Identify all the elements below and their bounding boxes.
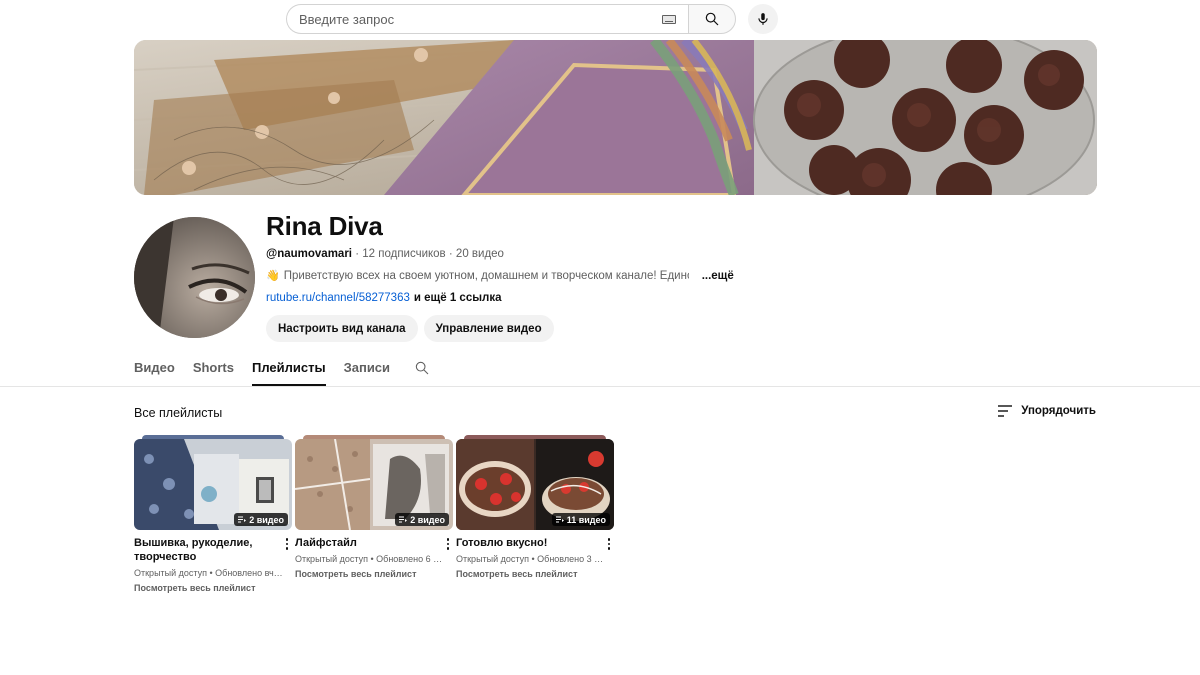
video-count-badge: 11 видео — [551, 513, 610, 526]
video-count-badge: 2 видео — [395, 513, 449, 526]
keyboard-icon[interactable] — [662, 14, 676, 24]
tab-videos[interactable]: Видео — [134, 360, 175, 386]
playlist-status: Открытый доступ • Обновлено 6 дней назад — [295, 554, 447, 564]
sort-label: Упорядочить — [1021, 405, 1096, 417]
tabs-divider — [0, 386, 1200, 387]
channel-meta: @naumovamari · 12 подписчиков · 20 видео — [266, 247, 826, 261]
microphone-icon — [758, 13, 768, 25]
description-more-button[interactable]: ...ещё — [702, 269, 734, 283]
search-button[interactable] — [688, 4, 736, 34]
voice-search-button[interactable] — [748, 4, 778, 34]
channel-links: rutube.ru/channel/58277363 и ещё 1 ссылка — [266, 291, 826, 305]
channel-banner — [134, 40, 1097, 195]
playlist-grid: 2 видео Вышивка, рукоделие, творчество О… — [134, 435, 614, 594]
card-title-row: Лайфстайл — [295, 536, 453, 550]
playlist-card[interactable]: 2 видео Лайфстайл Открытый доступ • Обно… — [295, 435, 453, 594]
playlist-card[interactable]: 11 видео Готовлю вкусно! Открытый доступ… — [456, 435, 614, 594]
channel-link[interactable]: rutube.ru/channel/58277363 — [266, 292, 410, 304]
view-full-playlist-link[interactable]: Посмотреть весь плейлист — [295, 568, 453, 580]
playlist-thumbnail[interactable]: 11 видео — [456, 435, 614, 530]
search-bar — [286, 4, 778, 34]
playlist-title[interactable]: Лайфстайл — [295, 536, 443, 550]
playlist-title[interactable]: Готовлю вкусно! — [456, 536, 604, 550]
view-full-playlist-link[interactable]: Посмотреть весь плейлист — [456, 568, 614, 580]
tab-playlists[interactable]: Плейлисты — [251, 360, 326, 386]
more-options-icon[interactable] — [604, 536, 614, 550]
more-options-icon[interactable] — [443, 536, 453, 550]
subscriber-count: 12 подписчиков — [362, 248, 446, 260]
channel-description[interactable]: 👋 Приветствую всех на своем уютном, дома… — [266, 269, 826, 283]
card-title-row: Готовлю вкусно! — [456, 536, 614, 550]
playlist-status: Открытый доступ • Обновлено 3 дня назад — [456, 554, 608, 564]
customize-channel-button[interactable]: Настроить вид канала — [266, 315, 418, 342]
section-title[interactable]: Все плейлисты — [134, 406, 222, 420]
waving-hand-icon: 👋 — [266, 270, 280, 282]
search-field-container[interactable] — [286, 4, 688, 34]
tab-shorts[interactable]: Shorts — [193, 360, 234, 386]
playlist-status: Открытый доступ • Обновлено вчера — [134, 568, 286, 578]
channel-avatar[interactable] — [134, 217, 255, 338]
playlist-icon — [238, 516, 247, 523]
video-count: 20 видео — [455, 248, 504, 260]
description-text: Приветствую всех на своем уютном, домашн… — [283, 270, 689, 282]
sort-button[interactable]: Упорядочить — [997, 404, 1096, 418]
more-options-icon[interactable] — [282, 536, 292, 564]
more-links-button[interactable]: и ещё 1 ссылка — [414, 292, 502, 304]
playlist-thumbnail[interactable]: 2 видео — [295, 435, 453, 530]
search-input[interactable] — [299, 11, 662, 27]
search-icon — [705, 12, 719, 26]
manage-videos-button[interactable]: Управление видео — [423, 315, 554, 342]
playlist-icon — [399, 516, 408, 523]
badge-label: 2 видео — [410, 514, 445, 525]
search-icon[interactable] — [414, 360, 430, 376]
badge-label: 2 видео — [249, 514, 284, 525]
playlist-title[interactable]: Вышивка, рукоделие, творчество — [134, 536, 282, 564]
meta-separator: · — [355, 248, 360, 260]
playlist-card[interactable]: 2 видео Вышивка, рукоделие, творчество О… — [134, 435, 292, 594]
view-full-playlist-link[interactable]: Посмотреть весь плейлист — [134, 582, 292, 594]
channel-tabs: Видео Shorts Плейлисты Записи — [134, 360, 430, 386]
meta-separator: · — [448, 248, 453, 260]
playlist-thumbnail[interactable]: 2 видео — [134, 435, 292, 530]
channel-info: Rina Diva @naumovamari · 12 подписчиков … — [266, 210, 826, 342]
video-count-badge: 2 видео — [234, 513, 288, 526]
tab-posts[interactable]: Записи — [344, 360, 390, 386]
channel-name: Rina Diva — [266, 211, 383, 241]
card-title-row: Вышивка, рукоделие, творчество — [134, 536, 292, 564]
sort-icon — [998, 405, 1013, 417]
channel-actions: Настроить вид канала Управление видео — [266, 315, 826, 342]
badge-label: 11 видео — [566, 514, 606, 525]
channel-handle: @naumovamari — [266, 248, 352, 260]
playlist-icon — [555, 516, 564, 523]
